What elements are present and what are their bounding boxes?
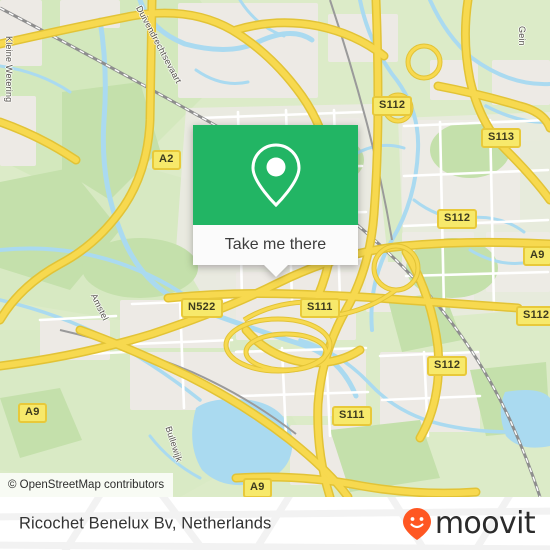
road-shield-a9[interactable]: A9 (243, 478, 272, 497)
moovit-smiley-pin-icon (402, 507, 431, 540)
moovit-brand[interactable]: moovit (402, 505, 536, 541)
road-shield-s112[interactable]: S112 (437, 209, 478, 229)
road-shield-s112[interactable]: S112 (372, 96, 413, 116)
callout-header (193, 125, 358, 225)
map-screenshot: Kleine Wetering Duivendrechtsevaart Gein… (0, 0, 550, 550)
street-label: Kleine Wetering (4, 36, 14, 103)
callout-cta[interactable]: Take me there (193, 225, 358, 277)
moovit-wordmark: moovit (434, 505, 536, 541)
page-title: Ricochet Benelux Bv, Netherlands (19, 514, 272, 532)
road-shield-n522[interactable]: N522 (181, 298, 223, 318)
road-shield-s112[interactable]: S112 (516, 306, 550, 326)
osm-attribution[interactable]: © OpenStreetMap contributors (0, 473, 174, 497)
road-shield-s113[interactable]: S113 (481, 128, 522, 148)
road-shield-a9[interactable]: A9 (523, 246, 550, 266)
footer-bar: Ricochet Benelux Bv, Netherlands moovit (0, 497, 550, 550)
road-shield-s112[interactable]: S112 (427, 356, 468, 376)
callout-tail-icon (263, 265, 288, 277)
road-shield-a2[interactable]: A2 (152, 150, 181, 170)
road-shield-s111[interactable]: S111 (332, 406, 372, 426)
street-label: Gein (517, 26, 527, 46)
map-pin-icon (250, 143, 301, 208)
road-shield-a9[interactable]: A9 (18, 403, 47, 423)
road-shield-s111[interactable]: S111 (300, 298, 340, 318)
take-me-there-label: Take me there (224, 236, 327, 253)
location-callout-card[interactable]: Take me there (193, 125, 358, 277)
